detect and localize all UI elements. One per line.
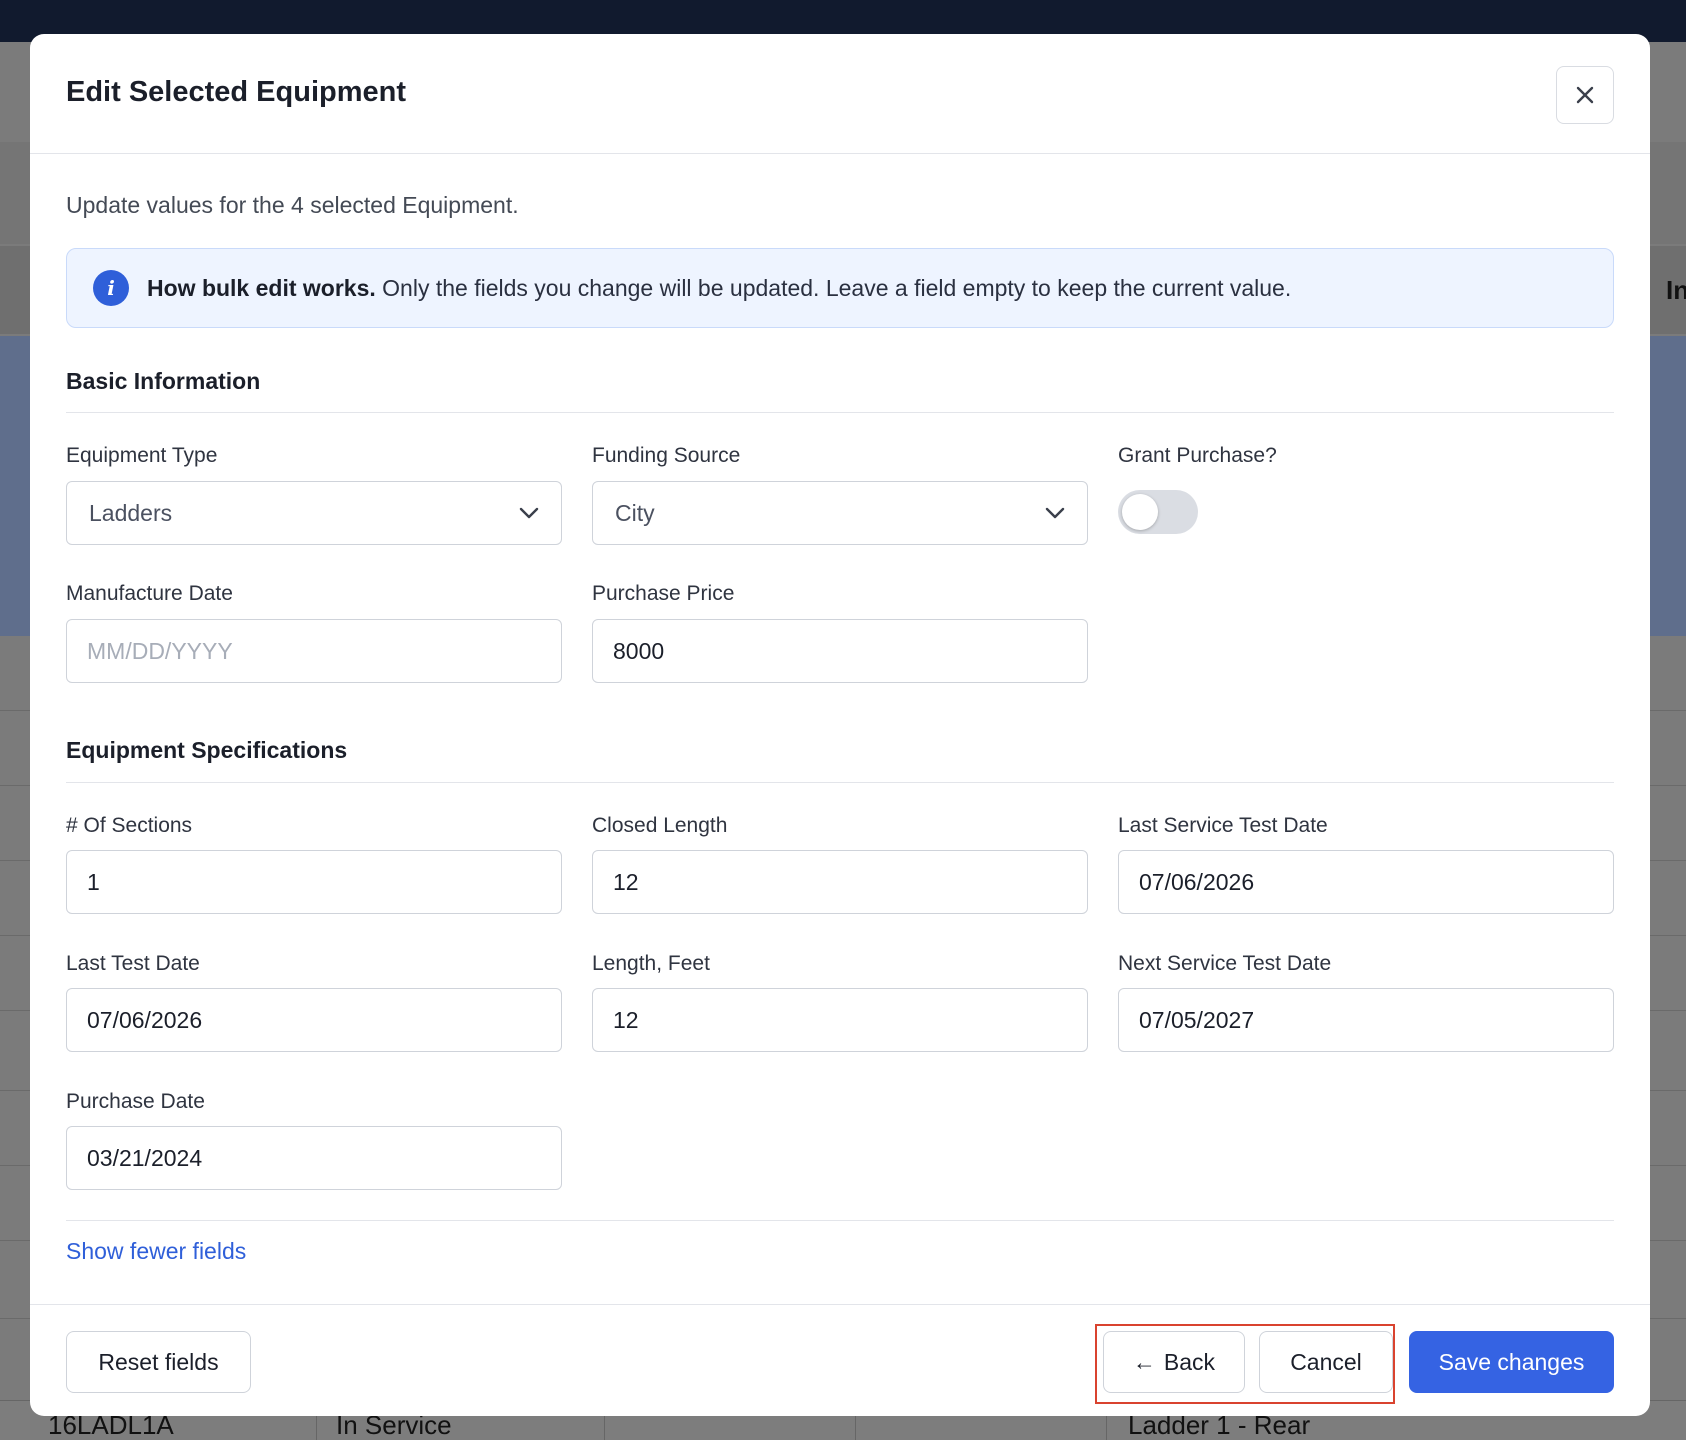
save-changes-button[interactable]: Save changes — [1409, 1331, 1614, 1393]
equipment-type-value: Ladders — [89, 499, 173, 526]
section-divider — [66, 1220, 1614, 1221]
equipment-type-select[interactable]: Ladders — [66, 481, 562, 545]
info-banner-bold: How bulk edit works. — [147, 274, 376, 301]
next-service-test-date-label: Next Service Test Date — [1118, 952, 1332, 975]
section-divider — [66, 412, 1614, 413]
close-button[interactable] — [1556, 66, 1614, 124]
section-divider — [66, 782, 1614, 783]
close-icon — [1576, 86, 1594, 104]
sections-label: # Of Sections — [66, 814, 193, 837]
funding-source-value: City — [615, 499, 655, 526]
toggle-knob — [1122, 494, 1158, 530]
funding-source-select[interactable]: City — [592, 481, 1088, 545]
manufacture-date-input[interactable] — [66, 619, 562, 683]
last-test-date-input[interactable] — [66, 988, 562, 1052]
cancel-button[interactable]: Cancel — [1259, 1331, 1393, 1393]
closed-length-input[interactable] — [592, 850, 1088, 914]
funding-source-label: Funding Source — [592, 444, 741, 467]
info-banner-body: Only the fields you change will be updat… — [375, 274, 1292, 301]
closed-length-label: Closed Length — [592, 814, 728, 837]
purchase-date-input[interactable] — [66, 1126, 562, 1190]
show-fewer-fields-link[interactable]: Show fewer fields — [66, 1238, 246, 1265]
table-header-partial: In — [1666, 275, 1686, 305]
chevron-down-icon — [1045, 507, 1065, 519]
modal-footer: Reset fields ← Back Cancel Save changes — [30, 1304, 1650, 1416]
edit-equipment-modal: Edit Selected Equipment Update values fo… — [30, 34, 1650, 1416]
purchase-price-label: Purchase Price — [592, 582, 735, 605]
chevron-down-icon — [519, 507, 539, 519]
info-icon: i — [93, 270, 129, 306]
last-service-test-date-input[interactable] — [1118, 850, 1614, 914]
equipment-type-label: Equipment Type — [66, 444, 218, 467]
info-banner-text: How bulk edit works. Only the fields you… — [147, 275, 1291, 302]
modal-header: Edit Selected Equipment — [30, 34, 1650, 154]
section-title-specs: Equipment Specifications — [66, 737, 348, 763]
grant-purchase-label: Grant Purchase? — [1118, 444, 1277, 467]
last-test-date-label: Last Test Date — [66, 952, 200, 975]
back-button-label: Back — [1163, 1348, 1216, 1375]
length-feet-input[interactable] — [592, 988, 1088, 1052]
reset-fields-button[interactable]: Reset fields — [66, 1331, 251, 1393]
sections-input[interactable] — [66, 850, 562, 914]
info-banner: i How bulk edit works. Only the fields y… — [66, 248, 1614, 328]
last-service-test-date-label: Last Service Test Date — [1118, 814, 1328, 837]
purchase-date-label: Purchase Date — [66, 1090, 205, 1113]
manufacture-date-label: Manufacture Date — [66, 582, 233, 605]
next-service-test-date-input[interactable] — [1118, 988, 1614, 1052]
arrow-left-icon: ← — [1132, 1348, 1156, 1375]
section-title-basic: Basic Information — [66, 368, 261, 394]
purchase-price-input[interactable] — [592, 619, 1088, 683]
modal-intro-text: Update values for the 4 selected Equipme… — [66, 192, 519, 218]
back-button[interactable]: ← Back — [1103, 1331, 1245, 1393]
length-feet-label: Length, Feet — [592, 952, 710, 975]
grant-purchase-toggle[interactable] — [1118, 490, 1198, 534]
modal-body: Update values for the 4 selected Equipme… — [30, 154, 1650, 1304]
modal-title: Edit Selected Equipment — [66, 76, 406, 108]
